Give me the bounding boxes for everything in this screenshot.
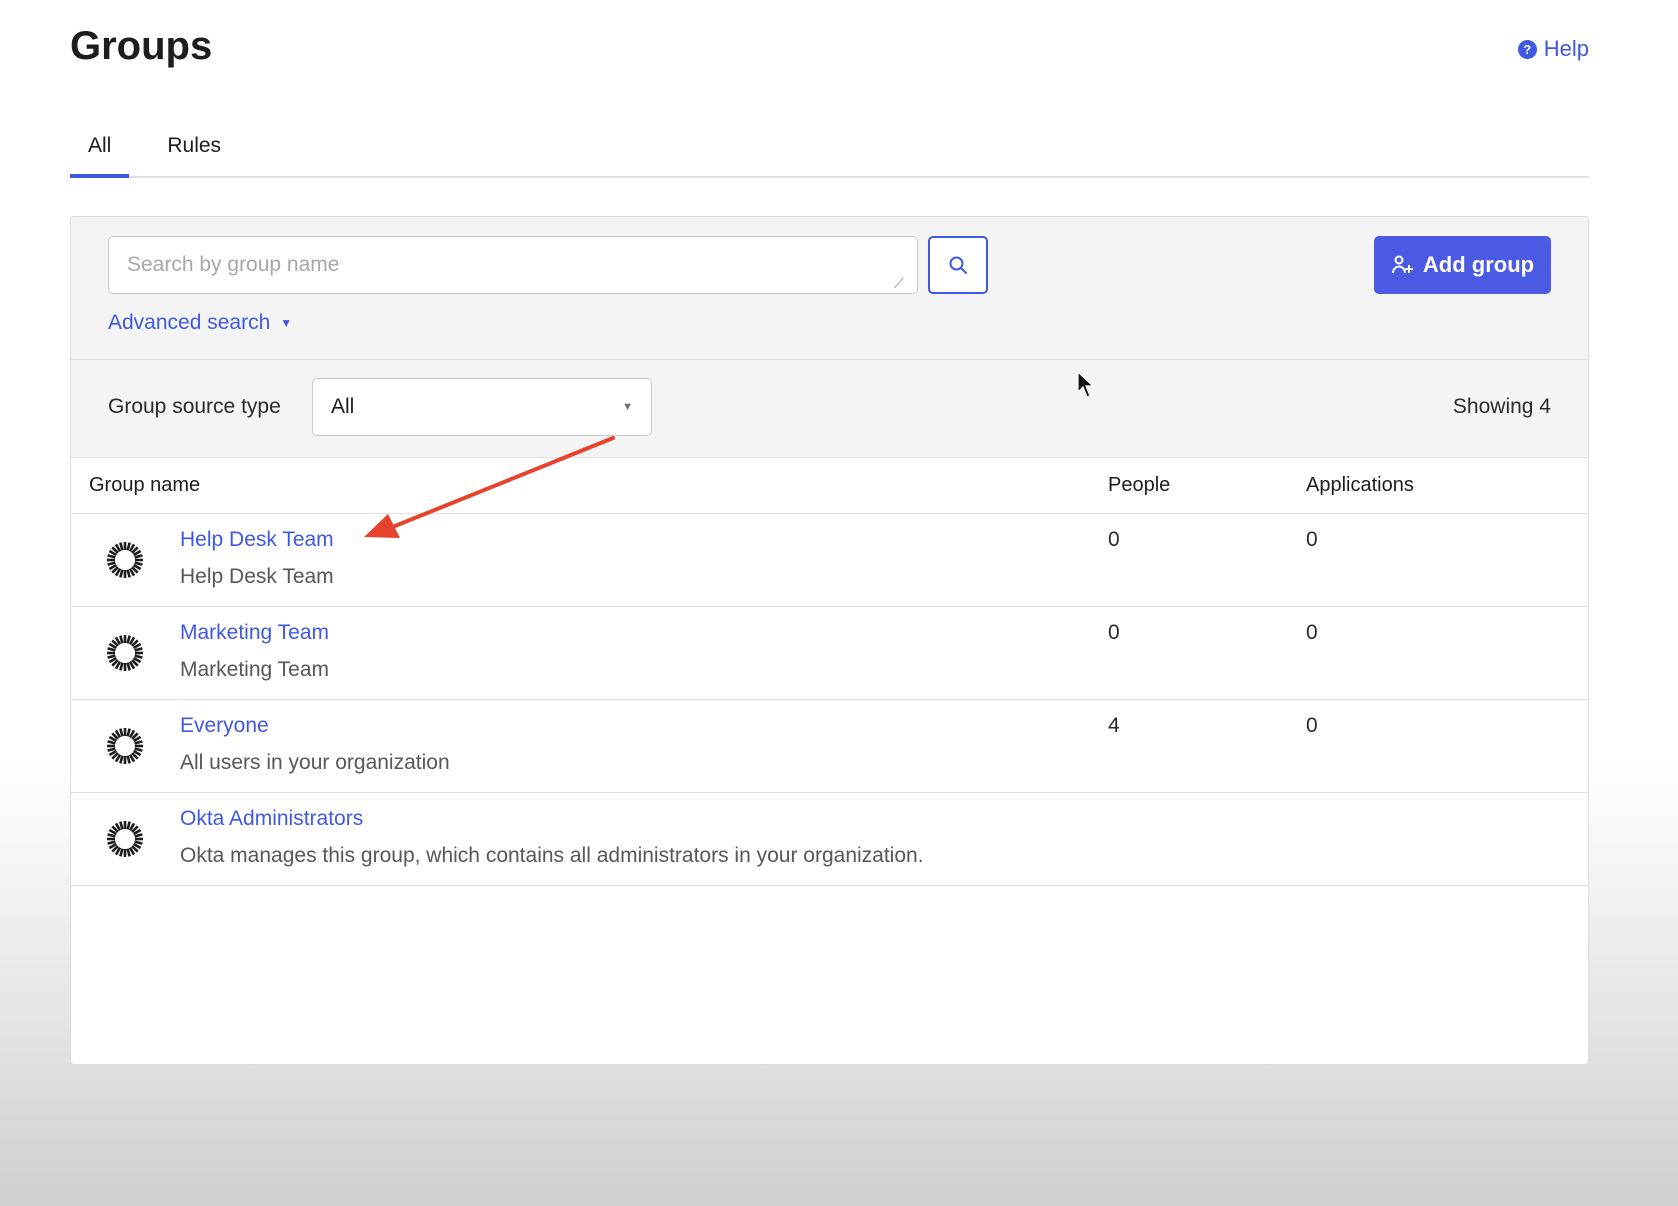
table-header: Group name People Applications [71, 458, 1588, 514]
people-count: 0 [1108, 528, 1120, 551]
applications-count: 0 [1306, 714, 1318, 737]
table-row: Marketing Team Marketing Team 0 0 [71, 607, 1588, 700]
caret-down-icon: ▼ [280, 316, 293, 330]
group-description: Help Desk Team [180, 565, 334, 588]
add-group-label: Add group [1422, 252, 1535, 277]
help-link[interactable]: ? Help [1517, 36, 1589, 62]
applications-count: 0 [1306, 528, 1318, 551]
group-description: Marketing Team [180, 658, 330, 681]
mouse-cursor-icon [1077, 371, 1095, 398]
group-name-link[interactable]: Help Desk Team [180, 528, 334, 552]
table-row: Okta Administrators Okta manages this gr… [71, 793, 1588, 886]
tab-all[interactable]: All [70, 118, 130, 178]
tab-bar: All Rules [70, 118, 1589, 178]
applications-count: 0 [1306, 621, 1318, 644]
group-source-type-value: All [331, 395, 355, 418]
people-count: 4 [1108, 714, 1120, 737]
search-input[interactable] [108, 236, 918, 294]
group-name-link[interactable]: Okta Administrators [180, 807, 363, 831]
advanced-search-link[interactable]: Advanced search ▼ [108, 311, 292, 335]
group-name-link[interactable]: Everyone [180, 714, 269, 738]
advanced-search-label: Advanced search [108, 311, 271, 334]
annotation-arrow [364, 436, 615, 538]
okta-group-icon [107, 821, 143, 857]
tab-rules[interactable]: Rules [149, 118, 239, 178]
column-people: People [1108, 474, 1171, 496]
okta-group-icon [107, 542, 143, 578]
search-area: ⟋ Advanced search ▼ Add group [71, 217, 1588, 360]
column-group-name: Group name [89, 474, 201, 496]
group-name-link[interactable]: Marketing Team [180, 621, 329, 645]
okta-group-icon [107, 635, 143, 671]
resize-grip-icon[interactable]: ⟋ [894, 275, 904, 292]
showing-count: Showing 4 [1452, 395, 1551, 418]
group-description: Okta manages this group, which contains … [180, 844, 924, 867]
table-row: Help Desk Team Help Desk Team 0 0 [71, 514, 1588, 607]
group-source-type-select[interactable]: All ▼ [312, 378, 652, 436]
filter-row: Group source type All ▼ Showing 4 [71, 360, 1588, 458]
table-row: Everyone All users in your organization … [71, 700, 1588, 793]
search-button[interactable] [928, 236, 988, 294]
group-source-type-label: Group source type [108, 395, 281, 418]
page-title: Groups [70, 24, 213, 68]
add-group-button[interactable]: Add group [1374, 236, 1551, 294]
groups-panel: ⟋ Advanced search ▼ Add group Group sour… [70, 216, 1589, 1065]
chevron-down-icon: ▼ [622, 401, 633, 413]
help-link-label: Help [1543, 36, 1589, 61]
column-applications: Applications [1306, 474, 1414, 496]
okta-group-icon [107, 728, 143, 764]
help-circle-icon: ? [1517, 39, 1537, 59]
add-group-icon [1391, 255, 1413, 274]
people-count: 0 [1108, 621, 1120, 644]
search-icon [949, 256, 967, 274]
group-description: All users in your organization [180, 751, 450, 774]
